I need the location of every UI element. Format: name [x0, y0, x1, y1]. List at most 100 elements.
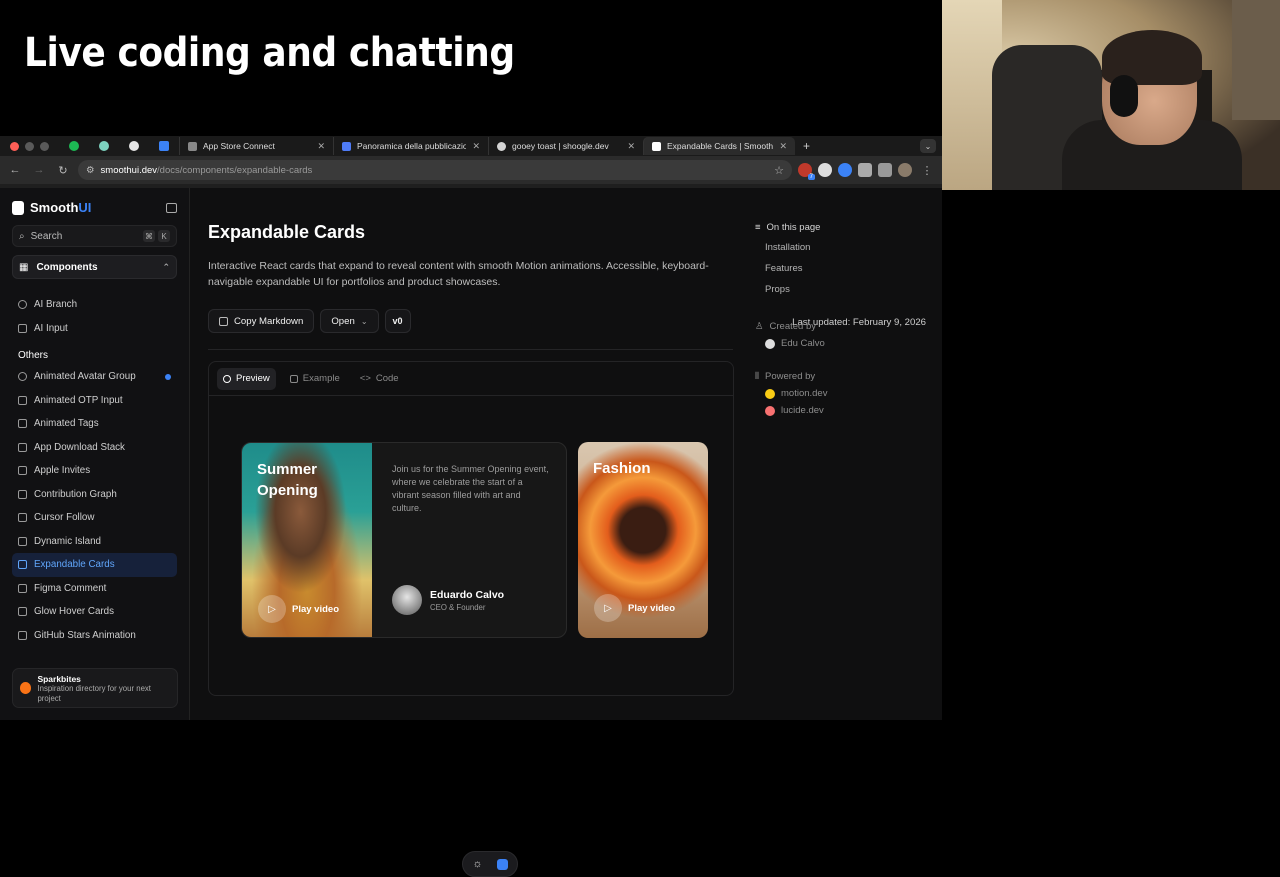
sidebar-item-label: AI Branch	[34, 299, 78, 311]
card-title: Summer Opening	[257, 461, 318, 499]
theme-toggle-sun-icon[interactable]: ☼	[472, 858, 482, 870]
tab-app-store-connect[interactable]: App Store Connect ✕	[179, 137, 333, 155]
chatgpt-icon	[129, 141, 139, 151]
new-tab-button[interactable]: +	[795, 139, 818, 153]
extensions-puzzle-icon[interactable]	[878, 163, 892, 177]
minimize-window-button[interactable]	[25, 141, 34, 151]
play-video-button[interactable]: ▷ Play video	[258, 595, 339, 623]
play-console-icon	[342, 141, 351, 151]
list-icon: ≡	[755, 222, 761, 233]
sidebar-item-ai-branch[interactable]: AI Branch	[12, 293, 177, 317]
reload-button[interactable]: ↻	[54, 164, 72, 177]
users-icon	[18, 372, 27, 382]
extension-icon-badge[interactable]: 7	[798, 163, 815, 180]
table-of-contents: ≡ On this page Installation Features Prop…	[755, 222, 935, 416]
play-label: Play video	[628, 602, 675, 614]
window-controls	[0, 141, 59, 151]
maximize-window-button[interactable]	[40, 141, 49, 151]
sidebar-nav: AI Branch AI Input Others Animated Avata…	[12, 293, 177, 647]
pinned-tab-spotify[interactable]	[59, 141, 89, 151]
accent-color-button[interactable]	[496, 858, 508, 870]
extension-icon-qr[interactable]	[858, 163, 872, 177]
sidebar-item-label: Expandable Cards	[34, 559, 115, 571]
sidebar-item-cursor-follow[interactable]: Cursor Follow	[12, 506, 177, 530]
kbd-k: K	[158, 230, 170, 242]
search-input[interactable]: ⌕ Search ⌘ K	[12, 225, 177, 247]
author-name: Eduardo Calvo	[430, 588, 505, 601]
toc-item-installation[interactable]: Installation	[765, 242, 935, 263]
components-dropdown[interactable]: ▦ Components ⌃	[12, 255, 177, 279]
address-bar[interactable]: ⚙ smoothui.dev/docs/components/expandabl…	[78, 160, 792, 180]
browser-toolbar: ← → ↻ ⚙ smoothui.dev/docs/components/exp…	[0, 156, 942, 184]
close-tab-icon[interactable]: ✕	[779, 141, 787, 152]
tab-label: gooey toast | shoogle.dev	[512, 141, 609, 151]
tab-preview[interactable]: Preview	[217, 367, 276, 390]
library-icon: ⫴	[755, 371, 759, 382]
expandable-card-summer-opening[interactable]: Summer Opening ▷ Play video Join us for t…	[241, 442, 567, 638]
close-tab-icon[interactable]: ✕	[317, 141, 325, 152]
profile-avatar[interactable]	[898, 163, 912, 177]
sparkbites-promo[interactable]: Sparkbites Inspiration directory for you…	[12, 668, 178, 708]
site-info-icon[interactable]: ⚙	[86, 165, 95, 176]
card-title: Fashion	[593, 460, 651, 477]
sidebar-item-ai-input[interactable]: AI Input	[12, 317, 177, 341]
play-video-button[interactable]: ▷ Play video	[594, 594, 675, 622]
sidebar-item-glow-hover-cards[interactable]: Glow Hover Cards	[12, 600, 177, 624]
sidebar-item-apple-invites[interactable]: Apple Invites	[12, 459, 177, 483]
pinned-tab-globe[interactable]	[89, 141, 119, 151]
pinned-tab-chatgpt[interactable]	[119, 141, 149, 151]
powered-item: lucide.dev	[781, 405, 824, 416]
tab-gooey-toast[interactable]: gooey toast | shoogle.dev ✕	[488, 137, 643, 155]
sidebar-item-animated-otp-input[interactable]: Animated OTP Input	[12, 389, 177, 413]
toc-item-features[interactable]: Features	[765, 263, 935, 284]
brand[interactable]: SmoothUI	[12, 200, 177, 215]
sidebar-item-dynamic-island[interactable]: Dynamic Island	[12, 530, 177, 554]
pinned-tab-rocket[interactable]	[149, 141, 179, 151]
powered-motion-link[interactable]: motion.dev	[765, 388, 935, 399]
code-icon: <>	[359, 373, 371, 384]
tab-search-button[interactable]: ⌄	[920, 139, 936, 153]
url-path: /docs/components/expandable-cards	[157, 164, 313, 176]
globe-icon	[99, 141, 109, 151]
download-icon	[18, 442, 27, 452]
tab-panoramica[interactable]: Panoramica della pubblicazio ✕	[333, 137, 488, 155]
sidebar-item-label: Dynamic Island	[34, 535, 101, 547]
sidebar-toggle-icon[interactable]	[166, 202, 177, 213]
creator-link[interactable]: Edu Calvo	[765, 338, 935, 349]
close-window-button[interactable]	[10, 141, 19, 151]
sidebar-item-contribution-graph[interactable]: Contribution Graph	[12, 483, 177, 507]
close-tab-icon[interactable]: ✕	[472, 141, 480, 152]
sidebar-item-animated-avatar-group[interactable]: Animated Avatar Group	[12, 365, 177, 389]
tab-expandable-cards[interactable]: Expandable Cards | SmoothUI ✕	[643, 137, 795, 155]
bookmark-star-icon[interactable]: ☆	[774, 164, 784, 177]
toc-item-props[interactable]: Props	[765, 284, 935, 305]
sidebar-item-label: GitHub Stars Animation	[34, 629, 136, 641]
back-button[interactable]: ←	[6, 164, 24, 176]
close-tab-icon[interactable]: ✕	[627, 141, 635, 152]
sidebar-item-label: Contribution Graph	[34, 488, 117, 500]
v0-button[interactable]: v0	[384, 309, 411, 333]
open-dropdown-button[interactable]: Open ⌄	[320, 309, 379, 333]
sidebar-item-figma-comment[interactable]: Figma Comment	[12, 577, 177, 601]
sidebar-item-animated-tags[interactable]: Animated Tags	[12, 412, 177, 436]
forward-button[interactable]: →	[30, 164, 48, 176]
browser-menu-button[interactable]: ⋮	[918, 164, 936, 177]
user-icon: ♙	[755, 321, 764, 332]
sidebar-item-expandable-cards[interactable]: Expandable Cards	[12, 553, 177, 577]
extension-icon-record[interactable]	[818, 163, 832, 177]
rocket-icon	[159, 141, 169, 151]
sidebar-item-github-stars-animation[interactable]: GitHub Stars Animation	[12, 624, 177, 648]
tab-label: App Store Connect	[203, 141, 275, 151]
expandable-card-fashion[interactable]: Fashion ▷ Play video	[578, 442, 708, 638]
sidebar-item-app-download-stack[interactable]: App Download Stack	[12, 436, 177, 460]
sidebar-item-label: Animated OTP Input	[34, 394, 123, 406]
copy-markdown-button[interactable]: Copy Markdown	[208, 309, 315, 333]
webcam-feed	[942, 0, 1280, 190]
tab-code[interactable]: <> Code	[354, 368, 405, 390]
extension-icon-1password[interactable]	[838, 163, 852, 177]
star-icon	[18, 630, 27, 640]
powered-lucide-link[interactable]: lucide.dev	[765, 405, 935, 416]
tab-example[interactable]: Example	[284, 368, 346, 390]
sidebar-item-label: Glow Hover Cards	[34, 606, 115, 618]
open-label: Open	[331, 315, 355, 327]
